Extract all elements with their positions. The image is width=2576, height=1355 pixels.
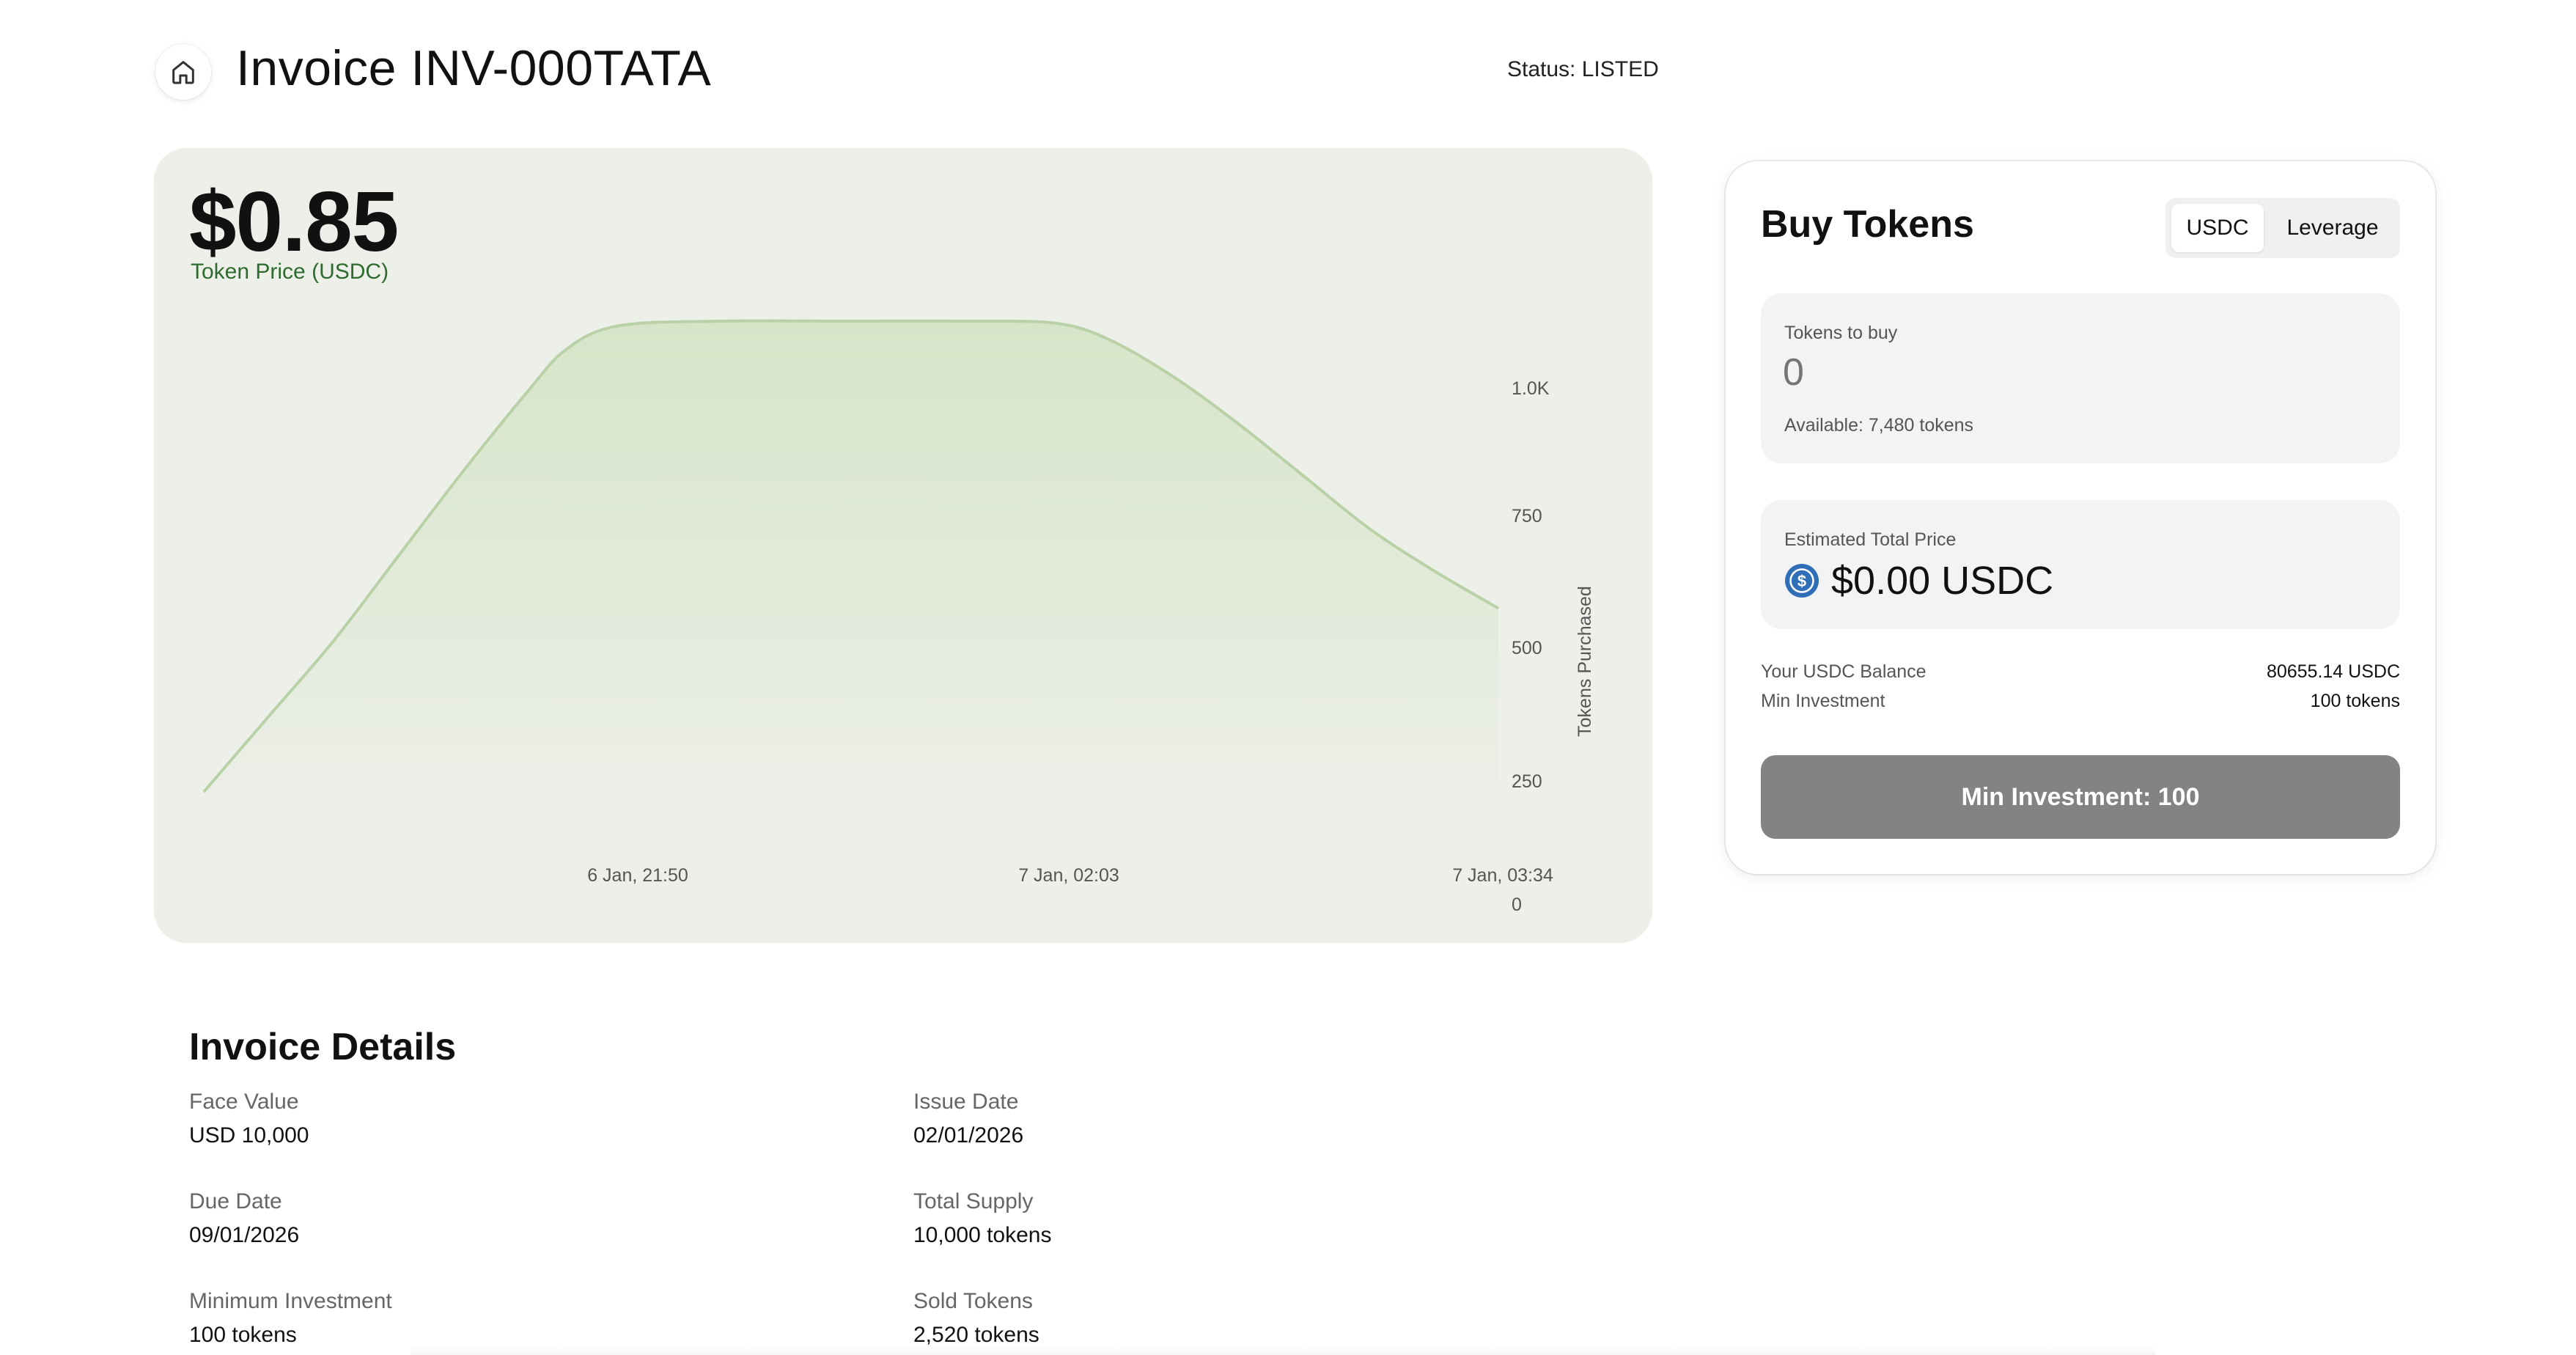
x-tick-label: 6 Jan, 21:50 xyxy=(587,865,688,886)
available-tokens-text: Available: 7,480 tokens xyxy=(1784,415,1974,436)
tokens-purchased-chart: 0 250 500 750 1.0K 6 Jan, 21:50 7 Jan, 02:03 7… xyxy=(202,319,1595,915)
due-date-label: Due Date xyxy=(189,1189,282,1213)
footer-divider xyxy=(411,1346,2155,1355)
sold-tokens-label: Sold Tokens xyxy=(913,1289,1033,1313)
face-value-label: Face Value xyxy=(189,1090,299,1114)
sold-tokens: 2,520 tokens xyxy=(913,1323,1039,1347)
y-tick-label: 250 xyxy=(1512,771,1542,792)
buy-tokens-title: Buy Tokens xyxy=(1761,203,1974,246)
tokens-to-buy-panel: Tokens to buy Available: 7,480 tokens xyxy=(1761,293,2400,463)
x-tick-label: 7 Jan, 02:03 xyxy=(1018,865,1119,886)
y-tick-label: 750 xyxy=(1512,506,1542,526)
min-investment-label: Min Investment xyxy=(1761,691,1885,711)
y-tick-label: 0 xyxy=(1512,895,1522,915)
issue-date: 02/01/2026 xyxy=(913,1123,1024,1147)
chart-area-fill xyxy=(204,320,1498,822)
minimum-investment-label: Minimum Investment xyxy=(189,1289,392,1313)
tokens-to-buy-label: Tokens to buy xyxy=(1784,323,1898,343)
x-tick-label: 7 Jan, 03:34 xyxy=(1452,865,1553,886)
total-supply: 10,000 tokens xyxy=(913,1223,1052,1247)
usdc-coin-icon: $ xyxy=(1785,564,1819,598)
minimum-investment: 100 tokens xyxy=(189,1323,297,1347)
issue-date-label: Issue Date xyxy=(913,1090,1019,1114)
face-value: USD 10,000 xyxy=(189,1123,309,1147)
svg-text:$: $ xyxy=(1797,572,1806,590)
buy-tokens-card: Buy Tokens USDC Leverage Tokens to buy A… xyxy=(1726,161,2435,874)
tab-leverage[interactable]: Leverage xyxy=(2271,204,2394,252)
total-supply-label: Total Supply xyxy=(913,1189,1034,1213)
min-investment-value: 100 tokens xyxy=(2310,691,2400,711)
y-tick-label: 500 xyxy=(1512,638,1542,658)
y-axis-label: Tokens Purchased xyxy=(1575,586,1595,737)
estimated-total-panel: Estimated Total Price $ $0.00 USDC xyxy=(1761,500,2400,629)
estimated-total-value: $0.00 USDC xyxy=(1831,559,2054,603)
buy-submit-button[interactable]: Min Investment: 100 xyxy=(1761,755,2400,839)
price-chart-card: $0.85 Token Price (USDC) 0 250 500 750 1.0K … xyxy=(154,148,1652,943)
tab-usdc[interactable]: USDC xyxy=(2171,204,2264,252)
estimated-total-label: Estimated Total Price xyxy=(1784,529,1957,550)
y-tick-label: 1.0K xyxy=(1512,378,1550,399)
usdc-balance-label: Your USDC Balance xyxy=(1761,661,1927,682)
invoice-details-title: Invoice Details xyxy=(189,1026,457,1068)
home-icon xyxy=(172,61,194,84)
tokens-to-buy-input[interactable] xyxy=(1783,349,2076,396)
status-badge: Status: LISTED xyxy=(1507,57,1659,81)
currency-toggle: USDC Leverage xyxy=(2165,198,2400,258)
due-date: 09/01/2026 xyxy=(189,1223,300,1247)
home-button[interactable] xyxy=(155,44,211,100)
usdc-balance-value: 80655.14 USDC xyxy=(2266,661,2400,682)
page-title: Invoice INV-000TATA xyxy=(236,40,712,96)
